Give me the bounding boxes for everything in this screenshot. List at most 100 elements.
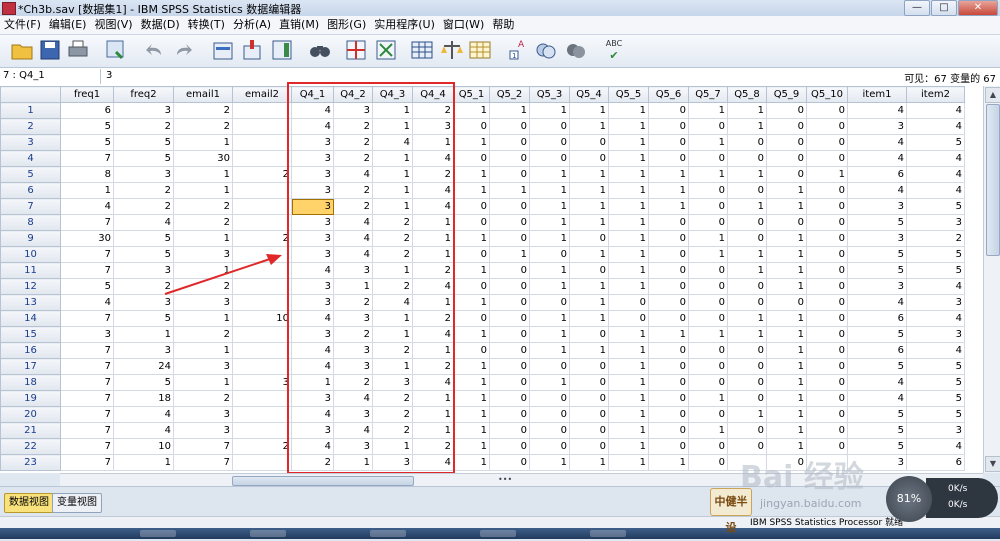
horizontal-scroll-thumb[interactable] [232,476,414,486]
data-cell[interactable]: 1 [569,214,609,231]
data-cell[interactable]: 3 [906,214,965,231]
data-cell[interactable]: 1 [529,326,570,343]
data-cell[interactable]: 0 [688,150,728,167]
row-header[interactable]: 21 [0,422,61,439]
data-cell[interactable]: 1 [569,294,609,311]
data-cell[interactable]: 0 [806,406,848,423]
weight-cases-icon[interactable] [440,38,464,62]
data-cell[interactable]: 1 [608,214,649,231]
data-cell[interactable]: 1 [766,406,807,423]
data-cell[interactable]: 3 [173,358,233,375]
data-cell[interactable]: 4 [847,134,907,151]
menu-item[interactable]: 数据(D) [137,16,184,34]
row-header[interactable]: 4 [0,150,61,167]
data-cell[interactable]: 1 [766,278,807,295]
data-cell[interactable]: 0 [648,118,689,135]
data-cell[interactable]: 5 [847,214,907,231]
data-cell[interactable]: 2 [906,230,965,247]
data-cell[interactable]: 1 [173,374,233,391]
data-cell[interactable]: 2 [173,390,233,407]
data-cell[interactable]: 4 [412,454,454,471]
data-cell[interactable]: 7 [173,454,233,471]
print-icon[interactable] [66,38,90,62]
data-cell[interactable]: 1 [608,118,649,135]
data-cell[interactable] [232,182,292,199]
data-cell[interactable]: 0 [489,406,530,423]
data-cell[interactable]: 0 [648,134,689,151]
data-cell[interactable]: 3 [291,422,334,439]
data-cell[interactable]: 1 [727,102,767,119]
data-cell[interactable]: 1 [412,294,454,311]
data-cell[interactable]: 8 [60,166,114,183]
redo-icon[interactable] [172,38,196,62]
data-cell[interactable]: 1 [453,422,490,439]
data-cell[interactable]: 0 [688,454,728,471]
data-cell[interactable]: 3 [291,166,334,183]
data-cell[interactable]: 2 [412,262,454,279]
column-header[interactable]: Q5_8 [727,86,767,103]
data-cell[interactable]: 1 [173,230,233,247]
data-cell[interactable]: 0 [608,294,649,311]
data-cell[interactable]: 5 [906,406,965,423]
data-cell[interactable]: 1 [173,262,233,279]
data-cell[interactable]: 3 [291,134,334,151]
insert-variable-icon[interactable] [374,38,398,62]
data-cell[interactable]: 1 [489,246,530,263]
data-cell[interactable]: 1 [453,134,490,151]
data-cell[interactable]: 0 [688,374,728,391]
data-cell[interactable]: 0 [453,150,490,167]
data-cell[interactable]: 3 [113,294,174,311]
data-cell[interactable]: 0 [453,198,490,215]
data-cell[interactable] [232,342,292,359]
data-cell[interactable]: 1 [529,262,570,279]
data-cell[interactable]: 0 [529,150,570,167]
data-cell[interactable]: 5 [847,326,907,343]
data-cell[interactable]: 5 [60,134,114,151]
data-cell[interactable]: 1 [453,438,490,455]
data-cell[interactable]: 0 [806,390,848,407]
data-cell[interactable]: 1 [372,150,413,167]
data-cell[interactable]: 1 [766,198,807,215]
data-cell[interactable]: 0 [489,214,530,231]
data-cell[interactable]: 5 [847,422,907,439]
data-cell[interactable]: 3 [333,342,373,359]
data-cell[interactable]: 0 [727,374,767,391]
row-header[interactable]: 14 [0,310,61,327]
data-cell[interactable]: 1 [453,406,490,423]
data-cell[interactable]: 3 [291,230,334,247]
data-cell[interactable]: 4 [113,422,174,439]
data-cell[interactable]: 2 [232,230,292,247]
data-cell[interactable]: 5 [113,134,174,151]
data-cell[interactable]: 1 [608,454,649,471]
data-cell[interactable]: 0 [529,422,570,439]
data-cell[interactable]: 30 [60,230,114,247]
data-cell[interactable]: 6 [847,342,907,359]
data-cell[interactable]: 4 [333,390,373,407]
data-cell[interactable]: 4 [113,406,174,423]
menu-item[interactable]: 窗口(W) [439,16,488,34]
taskbar-item[interactable] [480,530,516,537]
data-cell[interactable]: 1 [372,310,413,327]
column-header[interactable]: Q5_3 [529,86,570,103]
data-cell[interactable]: 1 [372,118,413,135]
data-cell[interactable]: 3 [333,438,373,455]
data-cell[interactable]: 0 [806,342,848,359]
scroll-down-icon[interactable]: ▼ [985,456,1000,472]
data-cell[interactable]: 2 [333,150,373,167]
data-cell[interactable]: 0 [489,326,530,343]
data-cell[interactable]: 0 [766,166,807,183]
data-cell[interactable]: 0 [688,198,728,215]
data-cell[interactable]: 1 [648,182,689,199]
data-cell[interactable]: 2 [333,294,373,311]
data-cell[interactable]: 5 [906,262,965,279]
data-cell[interactable]: 0 [569,358,609,375]
data-cell[interactable]: 1 [608,342,649,359]
data-cell[interactable]: 1 [372,166,413,183]
data-cell[interactable]: 1 [453,390,490,407]
data-cell[interactable]: 1 [648,198,689,215]
data-cell[interactable]: 0 [766,118,807,135]
data-cell[interactable]: 0 [489,374,530,391]
menu-item[interactable]: 直销(M) [275,16,323,34]
data-cell[interactable]: 3 [173,406,233,423]
data-cell[interactable]: 0 [688,406,728,423]
